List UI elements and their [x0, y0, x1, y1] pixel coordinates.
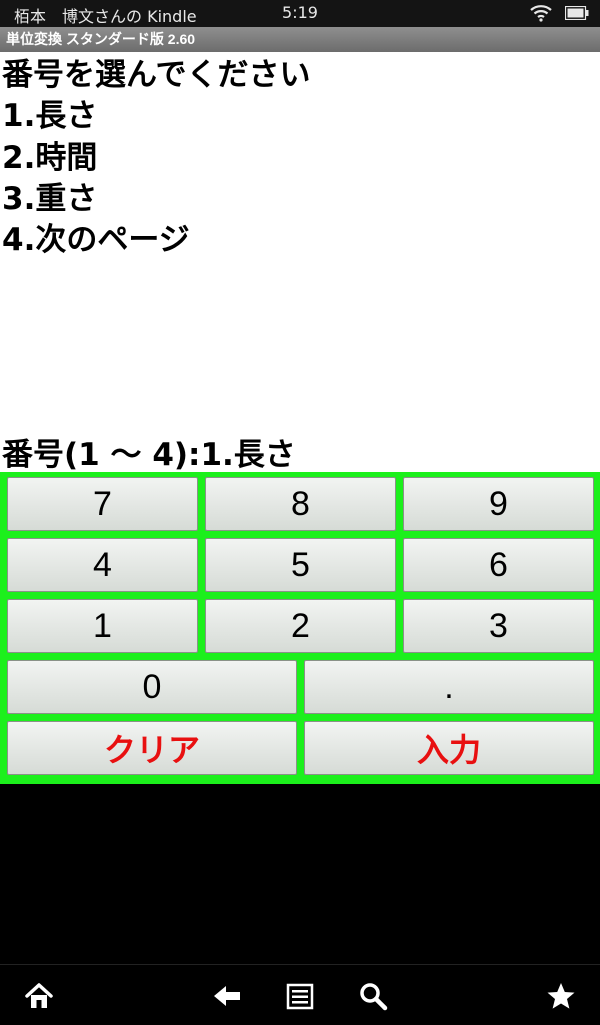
- key-8[interactable]: 8: [205, 477, 396, 531]
- key-9[interactable]: 9: [403, 477, 594, 531]
- key-4[interactable]: 4: [7, 538, 198, 592]
- battery-icon: [565, 6, 589, 20]
- key-1[interactable]: 1: [7, 599, 198, 653]
- main-content: 番号を選んでください 1.長さ 2.時間 3.重さ 4.次のページ 番号(1 ～…: [0, 52, 600, 473]
- key-3[interactable]: 3: [403, 599, 594, 653]
- menu-option-time: 2.時間: [2, 140, 98, 176]
- wifi-icon: [530, 5, 552, 22]
- app-title-bar: 単位変換 スタンダード版 2.60: [0, 27, 600, 52]
- menu-heading: 番号を選んでください: [2, 57, 311, 93]
- menu-icon[interactable]: [285, 981, 315, 1011]
- status-bar: 栢本 博文さんの Kindle 5:19: [0, 0, 600, 27]
- key-2[interactable]: 2: [205, 599, 396, 653]
- key-6[interactable]: 6: [403, 538, 594, 592]
- menu-option-weight: 3.重さ: [2, 181, 98, 217]
- enter-button[interactable]: 入力: [304, 721, 594, 775]
- menu-option-next-page: 4.次のページ: [2, 222, 190, 258]
- numeric-keypad: 7 8 9 4 5 6 1 2 3 0 . クリア 入力: [0, 472, 600, 784]
- search-icon[interactable]: [358, 981, 388, 1011]
- menu-option-length: 1.長さ: [2, 98, 98, 134]
- favorites-icon[interactable]: [546, 981, 576, 1011]
- bottom-nav-bar: [0, 964, 600, 1025]
- app-title: 単位変換 スタンダード版 2.60: [6, 31, 196, 47]
- clear-button[interactable]: クリア: [7, 721, 297, 775]
- input-prompt: 番号(1 ～ 4):1.長さ: [2, 437, 296, 473]
- key-5[interactable]: 5: [205, 538, 396, 592]
- key-0[interactable]: 0: [7, 660, 297, 714]
- back-icon[interactable]: [212, 981, 242, 1011]
- home-icon[interactable]: [24, 981, 54, 1011]
- clock: 5:19: [282, 3, 318, 22]
- key-7[interactable]: 7: [7, 477, 198, 531]
- key-decimal-point[interactable]: .: [304, 660, 594, 714]
